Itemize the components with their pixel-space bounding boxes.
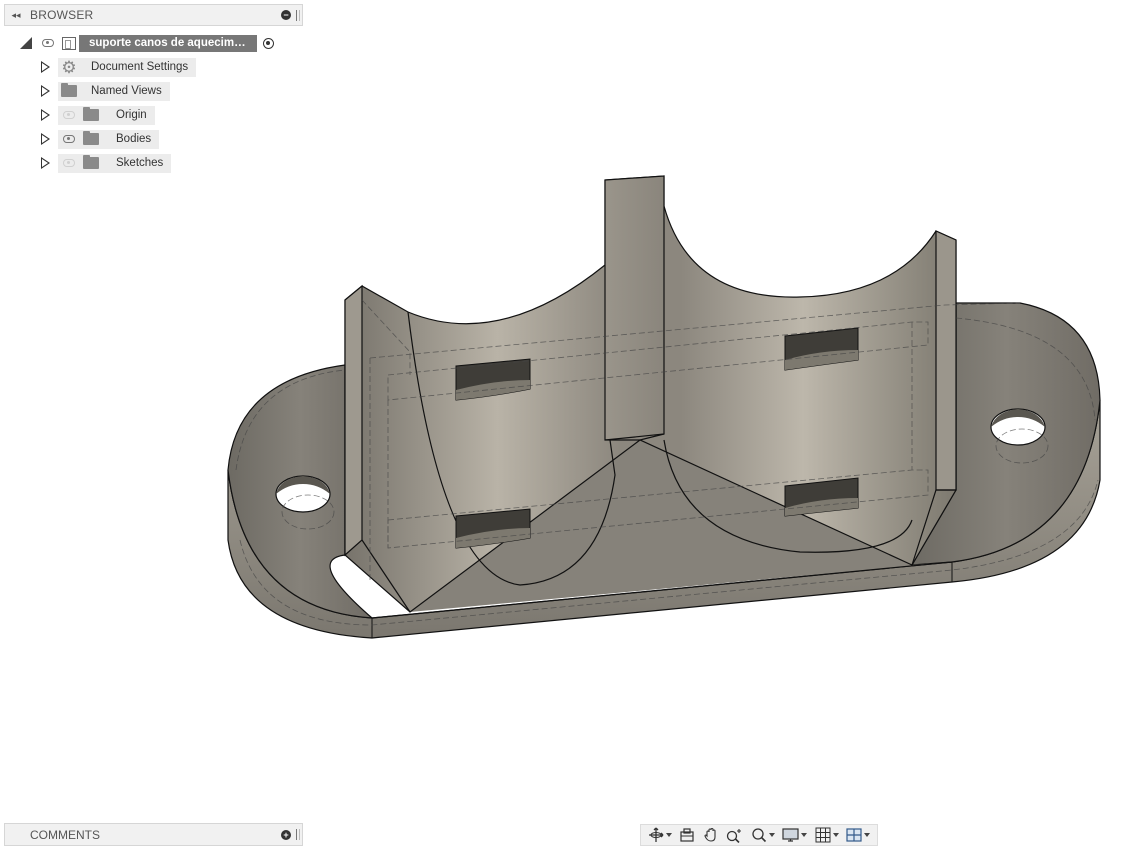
chevron-down-icon[interactable]: [864, 833, 871, 837]
viewports-tool[interactable]: [846, 826, 871, 844]
browser-panel-header: ◂◂ BROWSER −: [4, 4, 303, 26]
folder-icon: [80, 130, 102, 149]
orbit-tool[interactable]: [648, 826, 672, 844]
panel-pin-icon[interactable]: [296, 829, 300, 840]
collapse-triangle-icon[interactable]: [19, 36, 33, 50]
tree-item-document-settings[interactable]: ⚙ Document Settings: [38, 57, 197, 77]
tree-item-label: Document Settings: [91, 61, 189, 73]
expand-triangle-icon[interactable]: [38, 108, 52, 122]
grid-tool[interactable]: [815, 826, 839, 844]
gear-icon: ⚙: [61, 57, 77, 77]
eye-hidden-icon[interactable]: [58, 106, 80, 125]
chevron-down-icon[interactable]: [768, 833, 775, 837]
activate-radio-icon[interactable]: [263, 37, 274, 49]
look-at-tool[interactable]: [679, 826, 695, 844]
pan-icon: [704, 827, 716, 842]
center-post: [604, 175, 665, 441]
expand-triangle-icon[interactable]: [38, 156, 52, 170]
folder-icon: [80, 106, 102, 125]
browser-title: BROWSER: [30, 8, 94, 22]
chevron-down-icon[interactable]: [832, 833, 839, 837]
comments-panel-header[interactable]: COMMENTS +: [4, 823, 303, 846]
tree-item-bodies[interactable]: Bodies: [38, 129, 160, 149]
tree-item-label: Origin: [116, 109, 147, 121]
expand-triangle-icon[interactable]: [38, 60, 52, 74]
tree-item-sketches[interactable]: Sketches: [38, 153, 172, 173]
chevron-down-icon[interactable]: [801, 833, 808, 837]
fit-icon: [752, 828, 766, 843]
tree-item-label: Named Views: [91, 85, 162, 97]
folder-icon: [80, 154, 102, 173]
look-at-icon: [680, 828, 694, 842]
fit-tool[interactable]: [751, 826, 775, 844]
eye-hidden-icon[interactable]: [58, 154, 80, 173]
pan-tool[interactable]: [703, 826, 719, 844]
3d-viewport[interactable]: [0, 0, 1125, 846]
orbit-icon: [648, 827, 664, 842]
minus-icon[interactable]: −: [281, 10, 291, 20]
tree-item-named-views[interactable]: Named Views: [38, 81, 170, 101]
component-icon: [59, 34, 79, 53]
collapse-panel-icon[interactable]: ◂◂: [5, 10, 27, 21]
eye-icon[interactable]: [37, 34, 59, 53]
zoom-icon: [727, 829, 742, 843]
panel-pin-icon[interactable]: [296, 9, 300, 21]
grid-icon: [815, 827, 831, 843]
plus-icon[interactable]: +: [281, 829, 291, 840]
expand-triangle-icon[interactable]: [38, 84, 52, 98]
tree-item-label: Sketches: [116, 157, 164, 169]
viewports-icon: [846, 828, 862, 842]
tree-root-row[interactable]: suporte canos de aquecimer...: [19, 33, 274, 53]
display-settings-tool[interactable]: [782, 826, 808, 844]
expand-triangle-icon[interactable]: [38, 132, 52, 146]
tree-item-origin[interactable]: Origin: [38, 105, 155, 125]
model-body[interactable]: [227, 175, 1101, 639]
display-settings-icon: [782, 828, 799, 842]
zoom-tool[interactable]: [726, 826, 743, 844]
root-component-label[interactable]: suporte canos de aquecimer...: [79, 34, 257, 52]
tree-item-label: Bodies: [116, 133, 152, 145]
comments-title: COMMENTS: [30, 827, 100, 842]
eye-icon[interactable]: [58, 130, 80, 149]
chevron-down-icon[interactable]: [665, 833, 672, 837]
navigation-toolbar: [640, 824, 878, 846]
folder-icon: [58, 82, 80, 101]
